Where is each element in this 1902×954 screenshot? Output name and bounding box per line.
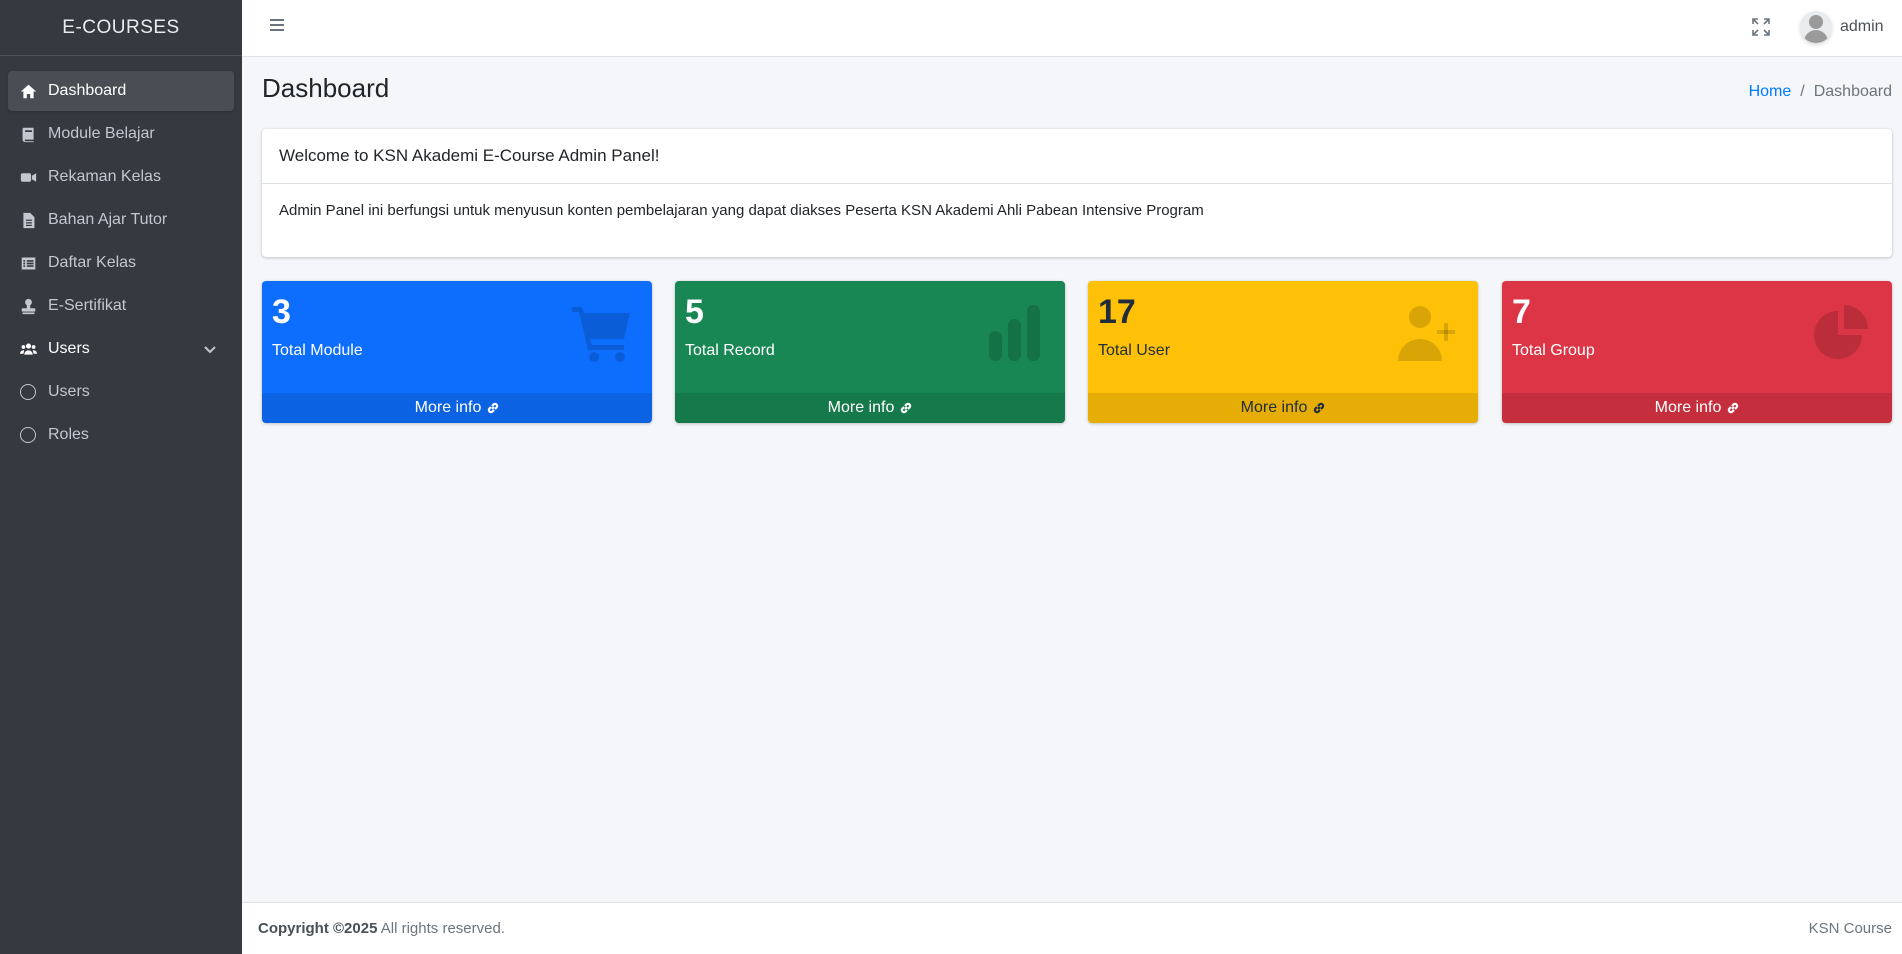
sidebar-nav: Dashboard Module Belajar Rekaman Kelas B… [0, 56, 242, 455]
stat-box-total-record: 5 Total Record More info [675, 281, 1065, 423]
sidebar-item-users[interactable]: Users [8, 372, 234, 412]
sidebar-item-label: Users [48, 383, 90, 400]
sidebar: E-COURSES Dashboard Module Belajar Rekam… [0, 0, 242, 954]
chevron-down-icon[interactable] [202, 341, 218, 357]
sidebar-item-module-belajar[interactable]: Module Belajar [8, 114, 234, 154]
more-info-link[interactable]: More info [675, 393, 1065, 423]
fullscreen-icon[interactable] [1752, 18, 1770, 36]
book-icon [18, 124, 38, 144]
list-icon [18, 253, 38, 273]
more-info-label: More info [827, 399, 895, 416]
cart-icon [570, 301, 634, 365]
hamburger-menu-icon[interactable] [270, 19, 284, 33]
more-info-link[interactable]: More info [1088, 393, 1478, 423]
more-info-label: More info [1240, 399, 1308, 416]
top-navbar: admin [242, 0, 1902, 57]
sidebar-item-label: Roles [48, 426, 89, 443]
link-icon [1314, 402, 1325, 414]
sidebar-item-rekaman-kelas[interactable]: Rekaman Kelas [8, 157, 234, 197]
stat-box-total-user: 17 Total User More info [1088, 281, 1478, 423]
stat-box-total-group: 7 Total Group More info [1502, 281, 1892, 423]
breadcrumb: Home / Dashboard [1749, 83, 1892, 101]
sidebar-item-e-sertifikat[interactable]: E-Sertifikat [8, 286, 234, 326]
user-plus-icon [1396, 301, 1460, 365]
brand-logo[interactable]: E-COURSES [0, 0, 242, 56]
username: admin [1840, 18, 1884, 35]
bar-chart-icon [983, 301, 1047, 365]
stat-box-total-module: 3 Total Module More info [262, 281, 652, 423]
file-icon [18, 210, 38, 230]
sidebar-item-label: Dashboard [48, 82, 127, 99]
more-info-label: More info [1654, 399, 1722, 416]
page-title: Dashboard [262, 73, 390, 103]
sidebar-item-label: Module Belajar [48, 125, 155, 142]
user-menu[interactable]: admin [1800, 8, 1884, 46]
sidebar-item-label: Daftar Kelas [48, 254, 137, 271]
breadcrumb-separator: / [1800, 83, 1805, 100]
breadcrumb-current: Dashboard [1813, 83, 1892, 100]
breadcrumb-home-link[interactable]: Home [1749, 83, 1792, 101]
link-icon [488, 402, 499, 414]
circle-icon [20, 384, 36, 400]
copyright-year: Copyright ©2025 [258, 920, 378, 937]
sidebar-item-users-group[interactable]: Users [8, 329, 234, 369]
home-icon [18, 81, 38, 101]
sidebar-item-dashboard[interactable]: Dashboard [8, 71, 234, 111]
avatar [1800, 11, 1832, 43]
sidebar-item-daftar-kelas[interactable]: Daftar Kelas [8, 243, 234, 283]
more-info-label: More info [414, 399, 482, 416]
copyright: Copyright ©2025 All rights reserved. [258, 920, 505, 937]
sidebar-item-bahan-ajar-tutor[interactable]: Bahan Ajar Tutor [8, 200, 234, 240]
copyright-rights: All rights reserved. [380, 920, 505, 937]
welcome-card-body: Admin Panel ini berfungsi untuk menyusun… [279, 202, 1204, 219]
sidebar-item-label: Users [48, 340, 90, 357]
users-icon [18, 339, 38, 359]
sidebar-item-label: Rekaman Kelas [48, 168, 161, 185]
welcome-card-title: Welcome to KSN Akademi E-Course Admin Pa… [262, 129, 1892, 184]
pie-chart-icon [1810, 301, 1874, 365]
footer-brand: KSN Course [1808, 920, 1892, 937]
circle-icon [20, 427, 36, 443]
video-icon [18, 167, 38, 187]
link-icon [1728, 402, 1739, 414]
welcome-card: Welcome to KSN Akademi E-Course Admin Pa… [262, 129, 1892, 257]
sidebar-item-roles[interactable]: Roles [8, 415, 234, 455]
stamp-icon [18, 296, 38, 316]
sidebar-item-label: Bahan Ajar Tutor [48, 211, 168, 228]
sidebar-item-label: E-Sertifikat [48, 297, 127, 314]
more-info-link[interactable]: More info [1502, 393, 1892, 423]
stats-row: 3 Total Module More info 5 Total Record [262, 281, 1892, 423]
more-info-link[interactable]: More info [262, 393, 652, 423]
page-footer: Copyright ©2025 All rights reserved. KSN… [242, 902, 1902, 954]
link-icon [901, 402, 912, 414]
